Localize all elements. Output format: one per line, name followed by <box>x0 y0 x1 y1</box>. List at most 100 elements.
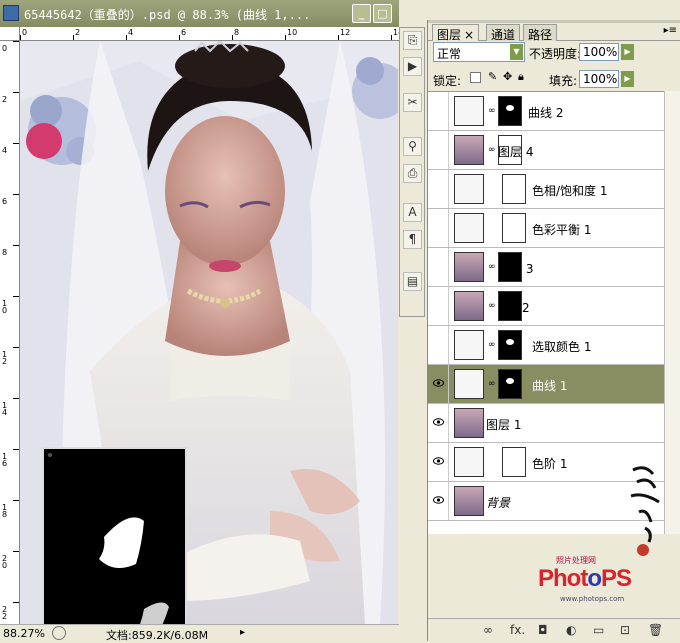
layer-row[interactable]: 色彩平衡 1 <box>428 209 664 248</box>
layer-mask-thumbnail[interactable] <box>498 330 522 360</box>
eye-icon <box>433 457 444 465</box>
actions-icon[interactable]: ▶ <box>403 57 422 76</box>
title-bar[interactable]: 65445642（重叠的）.psd @ 88.3% (曲线 1,... _ □ … <box>0 0 399 27</box>
layer-thumbnail <box>454 369 484 399</box>
image-canvas[interactable] <box>20 41 398 624</box>
window-title: 65445642（重叠的）.psd @ 88.3% (曲线 1,... <box>24 8 311 22</box>
add-mask-icon[interactable]: ◘ <box>538 623 548 637</box>
layer-row[interactable]: ∞ 图层 4 <box>428 131 664 170</box>
panel-bottom-bar: ∞ fx. ◘ ◐ ▭ ⊡ 🗑 <box>428 618 680 641</box>
layer-thumbnail <box>454 330 484 360</box>
layer-mask-thumbnail[interactable] <box>502 213 526 243</box>
layer-visibility-toggle[interactable] <box>428 209 449 247</box>
layer-thumbnail <box>454 96 484 126</box>
ruler-tick-label: 22 <box>2 605 8 621</box>
document-window: 65445642（重叠的）.psd @ 88.3% (曲线 1,... _ □ … <box>0 0 399 642</box>
tool-presets-icon[interactable]: ✂ <box>403 93 422 112</box>
zoom-level[interactable]: 88.27% <box>3 627 45 640</box>
chain-link-icon[interactable]: ∞ <box>488 145 496 155</box>
opacity-input[interactable]: 100% <box>579 43 619 61</box>
layer-name: 色阶 1 <box>532 457 568 471</box>
layer-row[interactable]: ∞ 图层 3 <box>428 248 664 287</box>
layer-row[interactable]: ∞ 图层2 <box>428 287 664 326</box>
layer-visibility-toggle[interactable] <box>428 131 449 169</box>
layer-visibility-toggle[interactable] <box>428 482 449 520</box>
eye-icon <box>433 418 444 426</box>
layer-visibility-toggle[interactable] <box>428 170 449 208</box>
layer-name: 图层2 <box>498 301 530 315</box>
link-layers-icon[interactable]: ∞ <box>483 623 493 637</box>
chain-link-icon[interactable]: ∞ <box>488 340 496 350</box>
layer-mask-thumbnail[interactable] <box>502 447 526 477</box>
ruler-tick-label: 6 <box>181 28 187 37</box>
character-icon[interactable]: A <box>403 203 422 222</box>
layer-row[interactable]: ∞ 选取颜色 1 <box>428 326 664 365</box>
layer-comps-icon[interactable]: ▤ <box>403 272 422 291</box>
layer-visibility-toggle[interactable] <box>428 287 449 325</box>
ruler-tick-mark <box>13 500 19 501</box>
chain-link-icon[interactable]: ∞ <box>488 301 496 311</box>
fill-slider-arrow-icon[interactable]: ▶ <box>621 71 634 87</box>
new-layer-icon[interactable]: ⊡ <box>620 623 630 637</box>
calligraphy-signature <box>625 462 665 562</box>
tab-channels[interactable]: 通道 <box>486 24 521 42</box>
ruler-tick-label: 2 <box>75 28 81 37</box>
horizontal-ruler[interactable]: 02468101214 <box>20 27 399 41</box>
trash-icon[interactable]: 🗑 <box>648 623 663 637</box>
panel-menu-icon[interactable]: ▸≡ <box>664 25 677 36</box>
layer-row[interactable]: ∞ 曲线 1 <box>428 365 664 404</box>
ruler-origin[interactable] <box>0 27 20 41</box>
fill-input[interactable]: 100% <box>579 70 619 88</box>
chain-link-icon[interactable]: ∞ <box>488 106 496 116</box>
ruler-tick-label: 14 <box>2 401 8 417</box>
layer-mask-thumbnail[interactable] <box>498 96 522 126</box>
opacity-slider-arrow-icon[interactable]: ▶ <box>621 44 634 60</box>
tab-close-icon[interactable]: × <box>464 28 474 42</box>
chevron-down-icon: ▼ <box>510 44 523 60</box>
minimize-button[interactable]: _ <box>352 4 371 23</box>
adjustment-layer-icon[interactable]: ◐ <box>566 623 576 637</box>
layer-name: 图层 3 <box>498 262 534 276</box>
navigator-icon[interactable]: ⎘ <box>403 31 422 50</box>
brushes-icon[interactable]: ⚲ <box>403 137 422 156</box>
layer-row[interactable]: 图层 1 <box>428 404 664 443</box>
blend-mode-select[interactable]: 正常 ▼ <box>433 42 525 62</box>
new-group-icon[interactable]: ▭ <box>593 623 604 637</box>
layer-visibility-toggle[interactable] <box>428 404 449 442</box>
ruler-tick-label: 20 <box>2 554 8 570</box>
paragraph-icon[interactable]: ¶ <box>403 230 422 249</box>
ruler-tick-label: 0 <box>2 44 8 53</box>
layer-row[interactable]: ∞ 曲线 2 <box>428 92 664 131</box>
layer-visibility-toggle[interactable] <box>428 365 449 403</box>
tab-paths[interactable]: 路径 <box>523 24 558 42</box>
layer-visibility-toggle[interactable] <box>428 443 449 481</box>
layer-visibility-toggle[interactable] <box>428 92 449 130</box>
ruler-tick-label: 8 <box>2 248 8 257</box>
status-arrow-icon[interactable]: ▸ <box>240 627 245 638</box>
ruler-tick-label: 8 <box>234 28 240 37</box>
lock-label: 锁定: <box>433 74 462 88</box>
tab-layers[interactable]: 图层 × <box>432 24 480 42</box>
layer-list-scrollbar[interactable] <box>664 91 680 534</box>
maximize-button[interactable]: □ <box>373 4 392 23</box>
ruler-tick-mark <box>13 92 19 93</box>
layer-mask-thumbnail[interactable] <box>498 369 522 399</box>
chain-link-icon[interactable]: ∞ <box>488 262 496 272</box>
chain-link-icon[interactable]: ∞ <box>488 379 496 389</box>
layer-visibility-toggle[interactable] <box>428 326 449 364</box>
layer-style-icon[interactable]: fx. <box>510 623 525 637</box>
photoshop-icon <box>3 5 19 21</box>
vertical-ruler[interactable]: 0 2 4 6 8 10 12 14 16 18 20 22 <box>0 41 20 624</box>
lock-transparent-icon[interactable] <box>470 72 481 83</box>
layer-visibility-toggle[interactable] <box>428 248 449 286</box>
status-menu-icon[interactable] <box>52 626 66 640</box>
panel-dock-strip: ⎘ ▶ ✂ ⚲ ⎙ A ¶ ▤ <box>399 27 425 317</box>
clone-source-icon[interactable]: ⎙ <box>403 164 422 183</box>
lock-all-icon[interactable]: 🔒︎ <box>518 70 524 84</box>
lock-position-icon[interactable]: ✥ <box>503 70 512 83</box>
layer-mask-thumbnail[interactable] <box>502 174 526 204</box>
lock-image-icon[interactable]: ✎ <box>488 70 497 83</box>
layer-name: 曲线 2 <box>528 106 564 120</box>
layer-row[interactable]: 色相/饱和度 1 <box>428 170 664 209</box>
ruler-tick-label: 4 <box>2 146 8 155</box>
